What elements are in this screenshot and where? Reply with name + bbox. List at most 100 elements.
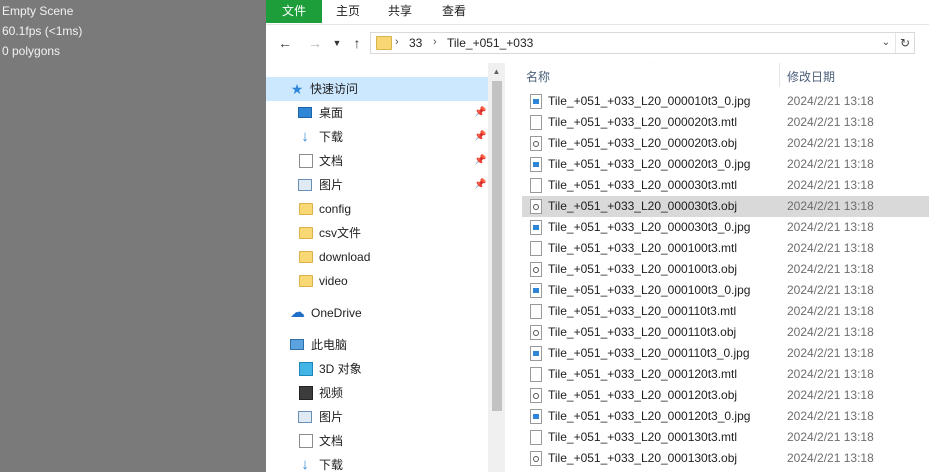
scroll-up-icon[interactable]: ▲ [488, 63, 505, 80]
obj-file-icon [530, 451, 542, 466]
file-row[interactable]: Tile_+051_+033_L20_000030t3_0.jpg 2024/2/… [522, 217, 929, 238]
jpg-file-icon [530, 346, 542, 361]
mtl-file-icon [530, 304, 542, 319]
file-row[interactable]: Tile_+051_+033_L20_000120t3.obj 2024/2/21… [522, 385, 929, 406]
jpg-file-icon [530, 283, 542, 298]
file-date: 2024/2/21 13:18 [787, 346, 874, 360]
file-row[interactable]: Tile_+051_+033_L20_000100t3.obj 2024/2/21… [522, 259, 929, 280]
mtl-file-icon [530, 178, 542, 193]
file-row[interactable]: Tile_+051_+033_L20_000030t3.mtl 2024/2/21… [522, 175, 929, 196]
address-dropdown-icon[interactable]: ⌄ [878, 34, 894, 52]
file-name: Tile_+051_+033_L20_000010t3_0.jpg [548, 94, 751, 108]
recent-locations-chevron-icon[interactable]: ▼ [328, 34, 346, 52]
navigation-scrollbar[interactable]: ▲ [488, 63, 505, 472]
nav-videos[interactable]: 视频 [266, 381, 488, 405]
file-date: 2024/2/21 13:18 [787, 241, 874, 255]
up-arrow-icon[interactable]: ↑ [348, 34, 366, 52]
address-bar[interactable]: › 33 › Tile_+051_+033 ⌄ ↻ [370, 32, 915, 54]
file-name: Tile_+051_+033_L20_000120t3_0.jpg [548, 409, 751, 423]
file-explorer-window: 文件 主页 共享 查看 ← → ▼ ↑ › 33 › Tile_+051_+03… [266, 0, 929, 472]
document-icon [299, 434, 313, 448]
nav-onedrive[interactable]: ☁ OneDrive [266, 301, 488, 325]
file-row[interactable]: Tile_+051_+033_L20_000100t3.mtl 2024/2/21… [522, 238, 929, 259]
column-header-date[interactable]: 修改日期 [787, 68, 835, 85]
nav-label: 图片 [319, 178, 344, 192]
nav-documents[interactable]: 文档 📌 [266, 149, 488, 173]
scrollbar-thumb[interactable] [492, 81, 502, 411]
file-name: Tile_+051_+033_L20_000130t3.mtl [548, 430, 738, 444]
file-date: 2024/2/21 13:18 [787, 199, 874, 213]
file-row[interactable]: Tile_+051_+033_L20_000100t3_0.jpg 2024/2/… [522, 280, 929, 301]
nav-label: 文档 [319, 154, 344, 168]
file-row[interactable]: Tile_+051_+033_L20_000130t3.obj 2024/2/21… [522, 448, 929, 469]
tab-file[interactable]: 文件 [266, 0, 322, 23]
file-row[interactable]: Tile_+051_+033_L20_000120t3_0.jpg 2024/2/… [522, 406, 929, 427]
obj-file-icon [530, 262, 542, 277]
mtl-file-icon [530, 115, 542, 130]
file-row[interactable]: Tile_+051_+033_L20_000110t3_0.jpg 2024/2/… [522, 343, 929, 364]
pin-icon: 📌 [474, 179, 487, 190]
file-date: 2024/2/21 13:18 [787, 304, 874, 318]
file-name: Tile_+051_+033_L20_000100t3.mtl [548, 241, 738, 255]
nav-label: 视频 [319, 386, 344, 400]
folder-icon [299, 227, 313, 239]
file-date: 2024/2/21 13:18 [787, 136, 874, 150]
file-row[interactable]: Tile_+051_+033_L20_000020t3.mtl 2024/2/21… [522, 112, 929, 133]
file-date: 2024/2/21 13:18 [787, 283, 874, 297]
tab-home[interactable]: 主页 [326, 0, 370, 23]
nav-pictures[interactable]: 图片 📌 [266, 173, 488, 197]
tab-view[interactable]: 查看 [432, 0, 476, 23]
file-row[interactable]: Tile_+051_+033_L20_000110t3.obj 2024/2/21… [522, 322, 929, 343]
obj-file-icon [530, 388, 542, 403]
pin-icon: 📌 [474, 131, 487, 142]
desktop-icon [298, 107, 312, 118]
folder-icon [299, 203, 313, 215]
nav-downloads[interactable]: ↓ 下载 📌 [266, 125, 488, 149]
nav-label: video [319, 274, 348, 288]
file-row[interactable]: Tile_+051_+033_L20_000110t3.mtl 2024/2/21… [522, 301, 929, 322]
mtl-file-icon [530, 241, 542, 256]
file-date: 2024/2/21 13:18 [787, 367, 874, 381]
nav-quick-access[interactable]: ★ 快速访问 [266, 77, 488, 101]
refresh-icon[interactable]: ↻ [895, 33, 914, 53]
tab-share[interactable]: 共享 [378, 0, 422, 23]
nav-label: csv文件 [319, 226, 362, 240]
file-date: 2024/2/21 13:18 [787, 115, 874, 129]
file-row[interactable]: Tile_+051_+033_L20_000120t3.mtl 2024/2/21… [522, 364, 929, 385]
nav-pc-documents[interactable]: 文档 [266, 429, 488, 453]
column-divider[interactable] [779, 63, 780, 87]
star-icon: ★ [290, 81, 304, 97]
nav-pc-pictures[interactable]: 图片 [266, 405, 488, 429]
nav-folder-download[interactable]: download [266, 245, 488, 269]
obj-file-icon [530, 325, 542, 340]
jpg-file-icon [530, 220, 542, 235]
file-name: Tile_+051_+033_L20_000030t3.mtl [548, 178, 738, 192]
nav-pc-downloads[interactable]: ↓ 下载 [266, 453, 488, 472]
nav-folder-csv[interactable]: csv文件 [266, 221, 488, 245]
file-name: Tile_+051_+033_L20_000110t3.mtl [548, 304, 737, 318]
obj-file-icon [530, 199, 542, 214]
breadcrumb-tile-folder[interactable]: Tile_+051_+033 [447, 36, 533, 50]
file-row[interactable]: Tile_+051_+033_L20_000020t3_0.jpg 2024/2/… [522, 154, 929, 175]
back-arrow-icon[interactable]: ← [276, 34, 294, 52]
column-header-name[interactable]: 名称 [526, 68, 550, 85]
nav-3d-objects[interactable]: 3D 对象 [266, 357, 488, 381]
onedrive-cloud-icon: ☁ [290, 304, 305, 321]
file-row[interactable]: Tile_+051_+033_L20_000130t3.mtl 2024/2/21… [522, 427, 929, 448]
file-row[interactable]: Tile_+051_+033_L20_000020t3.obj 2024/2/21… [522, 133, 929, 154]
file-date: 2024/2/21 13:18 [787, 451, 874, 465]
forward-arrow-icon[interactable]: → [306, 34, 324, 52]
nav-folder-video[interactable]: video [266, 269, 488, 293]
ribbon-tabs: 文件 主页 共享 查看 [266, 0, 929, 25]
navigation-pane: ★ 快速访问 桌面 📌 ↓ 下载 📌 文档 📌 图片 📌 config csv文… [266, 63, 505, 472]
scene-viewport[interactable]: Empty Scene 60.1fps (<1ms) 0 polygons [0, 0, 266, 472]
nav-desktop[interactable]: 桌面 📌 [266, 101, 488, 125]
file-row[interactable]: Tile_+051_+033_L20_000010t3_0.jpg 2024/2/… [522, 91, 929, 112]
nav-folder-config[interactable]: config [266, 197, 488, 221]
mtl-file-icon [530, 430, 542, 445]
scene-name-label: Empty Scene [2, 4, 74, 18]
nav-this-pc[interactable]: 此电脑 [266, 333, 488, 357]
breadcrumb-33[interactable]: 33 [409, 36, 422, 50]
file-date: 2024/2/21 13:18 [787, 157, 874, 171]
file-row[interactable]: Tile_+051_+033_L20_000030t3.obj 2024/2/21… [522, 196, 929, 217]
